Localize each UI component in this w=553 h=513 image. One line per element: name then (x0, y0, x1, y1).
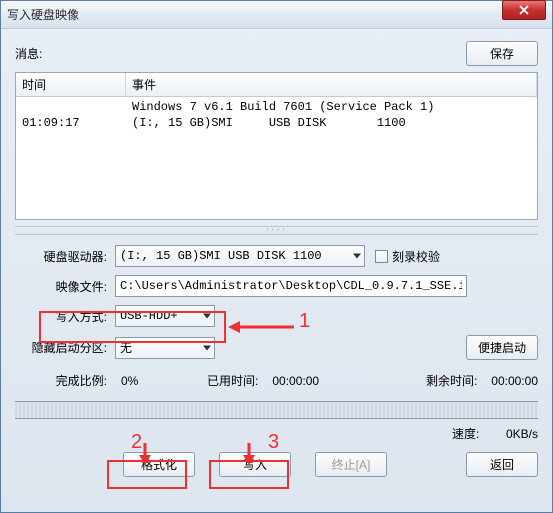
speed-label: 速度: (452, 427, 479, 441)
titlebar: 写入硬盘映像 (1, 1, 552, 29)
chevron-down-icon (203, 345, 211, 350)
col-event-header[interactable]: 事件 (126, 73, 537, 96)
log-table[interactable]: 时间 事件 Windows 7 v6.1 Build 7601 (Service… (15, 72, 538, 220)
write-button[interactable]: 写入 (219, 452, 291, 477)
window-title: 写入硬盘映像 (7, 6, 546, 23)
message-label: 消息: (15, 45, 42, 62)
quick-boot-button[interactable]: 便捷启动 (466, 335, 538, 360)
percent-value: 0% (121, 374, 138, 388)
remain-label: 剩余时间: (426, 372, 477, 389)
col-time-header[interactable]: 时间 (16, 73, 126, 96)
elapsed-value: 00:00:00 (272, 374, 319, 388)
progress-bar (15, 401, 538, 419)
annotation-2: 2 (131, 431, 142, 454)
annotation-1: 1 (299, 310, 310, 333)
write-mode-label: 写入方式: (15, 308, 115, 325)
verify-checkbox[interactable] (375, 250, 388, 263)
chevron-down-icon (203, 314, 211, 319)
remain-value: 00:00:00 (491, 374, 538, 388)
hide-partition-label: 隐藏启动分区: (15, 339, 115, 356)
image-file-input[interactable] (115, 275, 467, 297)
drive-label: 硬盘驱动器: (15, 248, 115, 265)
write-mode-select[interactable]: USB-HDD+ (115, 305, 215, 327)
hide-partition-select[interactable]: 无 (115, 337, 215, 359)
log-row: 01:09:17 (I:, 15 GB)SMI USB DISK 1100 (16, 115, 537, 131)
percent-label: 完成比例: (56, 372, 107, 389)
log-row: Windows 7 v6.1 Build 7601 (Service Pack … (16, 99, 537, 115)
close-icon (519, 5, 529, 15)
splitter[interactable] (15, 226, 538, 235)
format-button[interactable]: 格式化 (123, 452, 195, 477)
back-button[interactable]: 返回 (466, 452, 538, 477)
image-file-label: 映像文件: (15, 278, 115, 295)
verify-label: 刻录校验 (392, 248, 440, 265)
close-button[interactable] (502, 0, 546, 20)
annotation-3: 3 (268, 431, 279, 454)
chevron-down-icon (353, 254, 361, 259)
speed-value: 0KB/s (506, 427, 538, 441)
dialog-window: 写入硬盘映像 消息: 保存 时间 事件 Windows 7 v6.1 Build… (0, 0, 553, 513)
save-button[interactable]: 保存 (466, 41, 538, 66)
log-header: 时间 事件 (16, 73, 537, 97)
content-area: 消息: 保存 时间 事件 Windows 7 v6.1 Build 7601 (… (1, 29, 552, 489)
elapsed-label: 已用时间: (207, 372, 258, 389)
drive-select[interactable]: (I:, 15 GB)SMI USB DISK 1100 (115, 245, 365, 267)
abort-button: 终止[A] (315, 452, 387, 477)
